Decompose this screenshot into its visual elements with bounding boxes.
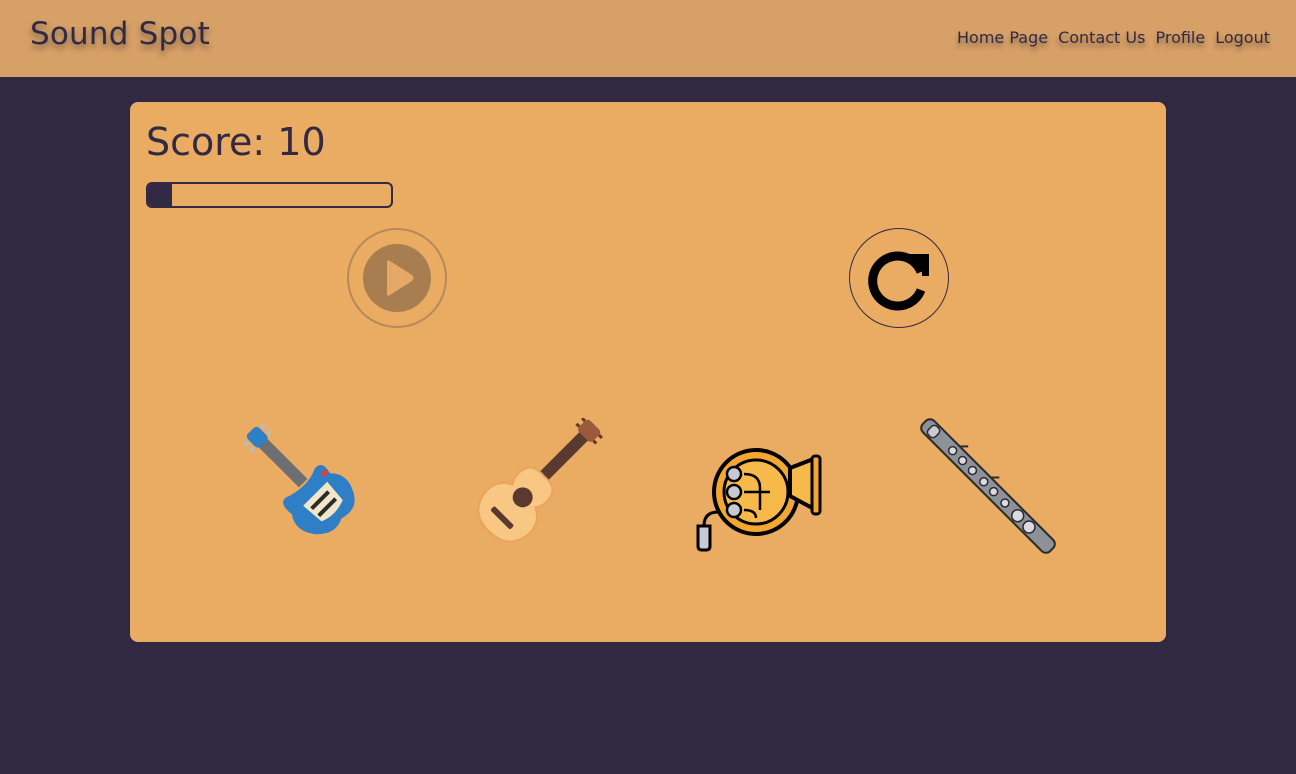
score-label: Score: 10 — [146, 120, 326, 164]
nav-home-link[interactable]: Home Page — [957, 28, 1048, 47]
redo-icon — [868, 251, 929, 311]
progress-fill — [148, 184, 173, 206]
french-horn-icon — [696, 448, 822, 552]
nav-links: Home Page Contact Us Profile Logout — [957, 28, 1270, 47]
acoustic-guitar-icon — [477, 418, 603, 543]
instrument-flute[interactable] — [918, 418, 1058, 554]
electric-guitar-icon — [244, 424, 355, 535]
play-button[interactable] — [347, 228, 447, 328]
instrument-acoustic-guitar[interactable] — [464, 418, 604, 554]
instrument-electric-guitar[interactable] — [236, 418, 376, 554]
brand-title[interactable]: Sound Spot — [30, 16, 210, 52]
progress-bar — [146, 182, 393, 208]
flute-icon — [920, 418, 1056, 554]
nav-contact-link[interactable]: Contact Us — [1058, 28, 1145, 47]
top-navbar: Sound Spot Home Page Contact Us Profile … — [0, 0, 1296, 77]
game-card: Score: 10 — [130, 102, 1166, 642]
nav-profile-link[interactable]: Profile — [1155, 28, 1205, 47]
nav-logout-link[interactable]: Logout — [1215, 28, 1270, 47]
instrument-french-horn[interactable] — [690, 418, 830, 554]
replay-button[interactable] — [849, 228, 949, 328]
play-icon — [363, 244, 431, 312]
